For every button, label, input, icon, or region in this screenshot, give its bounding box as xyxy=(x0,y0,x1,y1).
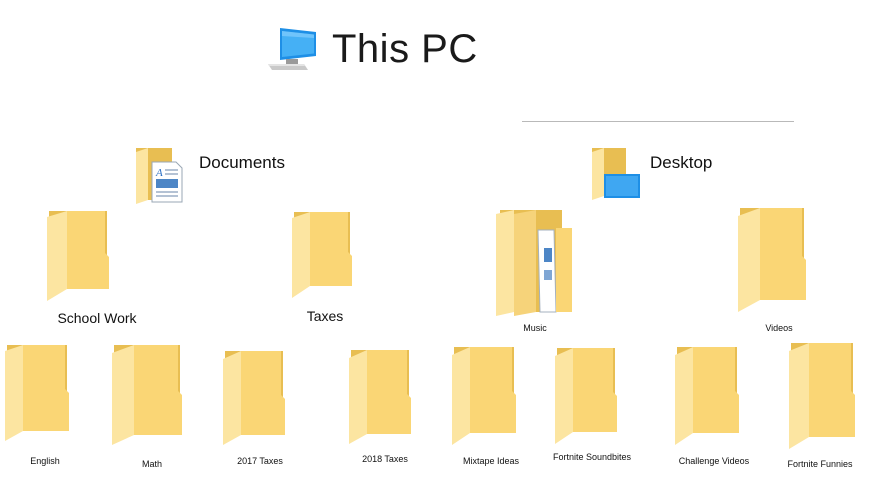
challenge-videos-folder[interactable] xyxy=(673,345,739,447)
music-folder[interactable] xyxy=(494,208,576,316)
fortnite-funnies-label: Fortnite Funnies xyxy=(787,459,853,469)
folder-icon xyxy=(290,210,352,300)
divider-line xyxy=(522,121,794,122)
folder-icon xyxy=(347,348,411,446)
folder-icon xyxy=(221,349,285,447)
school-work-folder[interactable] xyxy=(45,209,109,303)
taxes-2017-label: 2017 Taxes xyxy=(237,456,283,466)
folder-icon xyxy=(45,209,109,303)
challenge-videos-label: Challenge Videos xyxy=(678,456,750,466)
page-title: This PC xyxy=(332,26,478,71)
this-pc-header[interactable]: This PC xyxy=(266,26,478,72)
math-folder[interactable] xyxy=(110,343,182,447)
videos-folder[interactable] xyxy=(736,206,806,314)
folder-icon xyxy=(110,343,182,447)
videos-label: Videos xyxy=(765,323,793,333)
folder-icon xyxy=(553,346,617,446)
music-folder-icon xyxy=(494,208,576,316)
school-work-label: School Work xyxy=(57,310,137,326)
mixtape-ideas-label: Mixtape Ideas xyxy=(462,456,520,466)
english-label: English xyxy=(30,456,60,466)
english-folder[interactable] xyxy=(3,343,69,443)
documents-folder[interactable]: A xyxy=(134,146,184,206)
documents-label: Documents xyxy=(199,153,285,172)
folder-icon xyxy=(450,345,516,447)
taxes-2017-folder[interactable] xyxy=(221,349,285,447)
taxes-label: Taxes xyxy=(306,308,344,324)
computer-icon xyxy=(266,26,320,72)
folder-icon xyxy=(787,341,855,451)
fortnite-soundbites-label: Fortnite Soundbites xyxy=(552,452,632,462)
desktop-folder[interactable] xyxy=(590,146,642,202)
desktop-folder-icon xyxy=(590,146,642,202)
taxes-folder[interactable] xyxy=(290,210,352,300)
folder-icon xyxy=(673,345,739,447)
documents-folder-icon: A xyxy=(134,146,184,206)
taxes-2018-folder[interactable] xyxy=(347,348,411,446)
taxes-2018-label: 2018 Taxes xyxy=(362,454,408,464)
svg-text:A: A xyxy=(155,167,163,179)
desktop-label: Desktop xyxy=(650,153,713,172)
music-label: Music xyxy=(523,323,547,333)
folder-icon xyxy=(736,206,806,314)
folder-icon xyxy=(3,343,69,443)
math-label: Math xyxy=(141,459,162,469)
mixtape-ideas-folder[interactable] xyxy=(450,345,516,447)
fortnite-soundbites-folder[interactable] xyxy=(553,346,617,446)
fortnite-funnies-folder[interactable] xyxy=(787,341,855,451)
